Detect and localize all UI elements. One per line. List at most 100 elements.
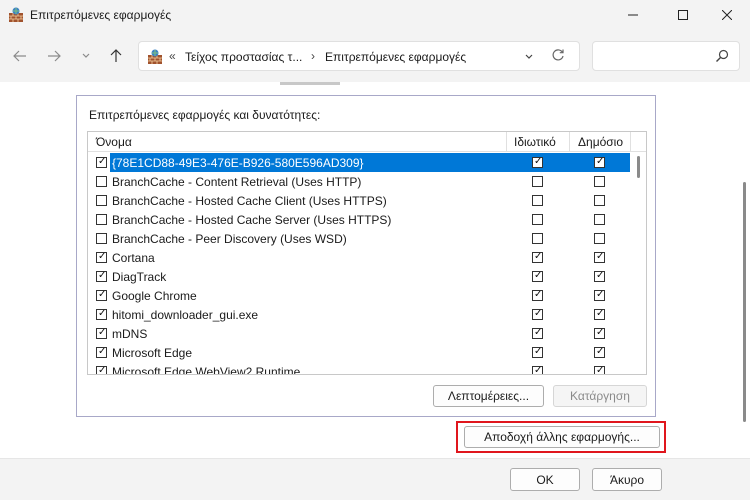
public-network-checkbox[interactable]: ✓	[594, 156, 605, 168]
checkmark-icon: ✓	[534, 251, 543, 262]
breadcrumb-separator[interactable]: ›	[311, 49, 315, 63]
private-network-checkbox[interactable]: ✓	[532, 365, 543, 375]
public-network-checkbox[interactable]: ✓	[594, 251, 605, 263]
checkmark-icon: ✓	[98, 156, 107, 167]
public-network-checkbox[interactable]: ✓	[594, 289, 605, 301]
app-name: DiagTrack	[112, 270, 167, 284]
firewall-location-icon	[148, 49, 162, 64]
app-name: BranchCache - Peer Discovery (Uses WSD)	[112, 232, 347, 246]
column-divider[interactable]	[569, 132, 570, 152]
app-name: {78E1CD88-49E3-476E-B926-580E596AD309}	[112, 156, 364, 170]
close-button[interactable]	[704, 0, 750, 30]
dialog-footer: OK Άκυρο	[0, 458, 750, 500]
title-bar: Επιτρεπόμενες εφαρμογές	[0, 0, 750, 30]
app-name: Cortana	[112, 251, 155, 265]
public-network-checkbox[interactable]	[594, 176, 605, 187]
breadcrumb-firewall[interactable]: Τείχος προστασίας τ...	[185, 50, 302, 64]
ok-button[interactable]: OK	[510, 468, 580, 491]
list-item[interactable]: BranchCache - Content Retrieval (Uses HT…	[88, 172, 630, 191]
allow-another-app-button[interactable]: Αποδοχή άλλης εφαρμογής...	[464, 426, 660, 448]
maximize-button[interactable]	[660, 0, 706, 30]
checkmark-icon: ✓	[534, 365, 543, 375]
column-divider[interactable]	[506, 132, 507, 152]
breadcrumb-allowed-apps[interactable]: Επιτρεπόμενες εφαρμογές	[325, 50, 466, 64]
app-enabled-checkbox[interactable]	[96, 214, 107, 225]
public-network-checkbox[interactable]	[594, 233, 605, 244]
app-enabled-checkbox[interactable]	[96, 233, 107, 244]
checkmark-icon: ✓	[98, 346, 107, 357]
up-button[interactable]	[106, 46, 126, 66]
list-item[interactable]: ✓ Google Chrome ✓ ✓	[88, 286, 630, 305]
private-network-checkbox[interactable]: ✓	[532, 308, 543, 320]
private-network-checkbox[interactable]	[532, 176, 543, 187]
list-item[interactable]: BranchCache - Hosted Cache Server (Uses …	[88, 210, 630, 229]
back-button[interactable]	[10, 46, 30, 66]
list-item[interactable]: ✓ DiagTrack ✓ ✓	[88, 267, 630, 286]
private-network-checkbox[interactable]	[532, 195, 543, 206]
details-button[interactable]: Λεπτομέρειες...	[433, 385, 544, 407]
app-name: Microsoft Edge WebView2 Runtime	[112, 365, 301, 375]
public-network-checkbox[interactable]	[594, 195, 605, 206]
app-enabled-checkbox[interactable]: ✓	[96, 308, 107, 320]
app-enabled-checkbox[interactable]	[96, 195, 107, 206]
list-item[interactable]: ✓ Microsoft Edge WebView2 Runtime ✓ ✓	[88, 362, 630, 375]
private-network-checkbox[interactable]	[532, 214, 543, 225]
recent-locations-button[interactable]	[76, 46, 96, 66]
breadcrumb-overflow[interactable]: «	[169, 49, 176, 63]
navigation-bar: « Τείχος προστασίας τ... › Επιτρεπόμενες…	[0, 30, 750, 82]
app-enabled-checkbox[interactable]: ✓	[96, 346, 107, 358]
cancel-button[interactable]: Άκυρο	[592, 468, 662, 491]
checkmark-icon: ✓	[98, 251, 107, 262]
private-network-checkbox[interactable]: ✓	[532, 346, 543, 358]
remove-button: Κατάργηση	[553, 385, 647, 407]
private-network-checkbox[interactable]: ✓	[532, 270, 543, 282]
app-enabled-checkbox[interactable]: ✓	[96, 156, 107, 168]
app-enabled-checkbox[interactable]: ✓	[96, 251, 107, 263]
minimize-icon	[628, 14, 638, 16]
list-item[interactable]: ✓ mDNS ✓ ✓	[88, 324, 630, 343]
private-network-checkbox[interactable]: ✓	[532, 251, 543, 263]
private-network-checkbox[interactable]: ✓	[532, 156, 543, 168]
list-item[interactable]: ✓ Microsoft Edge ✓ ✓	[88, 343, 630, 362]
public-network-checkbox[interactable]: ✓	[594, 327, 605, 339]
list-item[interactable]: ✓ Cortana ✓ ✓	[88, 248, 630, 267]
app-enabled-checkbox[interactable]: ✓	[96, 289, 107, 301]
list-scrollbar-thumb[interactable]	[637, 156, 640, 178]
arrow-up-icon	[110, 49, 122, 62]
list-item[interactable]: ✓ {78E1CD88-49E3-476E-B926-580E596AD309} ✓…	[88, 153, 630, 172]
checkmark-icon: ✓	[98, 308, 107, 319]
public-network-checkbox[interactable]: ✓	[594, 308, 605, 320]
column-header-public[interactable]: Δημόσιο	[578, 135, 623, 149]
forward-button[interactable]	[44, 46, 64, 66]
app-enabled-checkbox[interactable]: ✓	[96, 327, 107, 339]
private-network-checkbox[interactable]: ✓	[532, 327, 543, 339]
column-divider[interactable]	[630, 132, 631, 152]
app-enabled-checkbox[interactable]: ✓	[96, 365, 107, 374]
app-enabled-checkbox[interactable]: ✓	[96, 270, 107, 282]
address-bar[interactable]: « Τείχος προστασίας τ... › Επιτρεπόμενες…	[138, 41, 580, 71]
app-name: Microsoft Edge	[112, 346, 193, 360]
private-network-checkbox[interactable]	[532, 233, 543, 244]
allowed-apps-list[interactable]: Όνομα Ιδιωτικό Δημόσιο ✓ {78E1CD88-49E3-4…	[87, 131, 647, 375]
address-history-button[interactable]	[525, 50, 533, 64]
column-header-private[interactable]: Ιδιωτικό	[514, 135, 556, 149]
content-edge	[280, 82, 340, 85]
refresh-button[interactable]	[551, 48, 565, 65]
app-name: mDNS	[112, 327, 148, 341]
app-enabled-checkbox[interactable]	[96, 176, 107, 187]
page-scrollbar-thumb[interactable]	[743, 182, 746, 422]
public-network-checkbox[interactable]: ✓	[594, 346, 605, 358]
search-box[interactable]	[592, 41, 740, 71]
app-name: Google Chrome	[112, 289, 197, 303]
column-header-name[interactable]: Όνομα	[96, 135, 132, 149]
list-item[interactable]: ✓ hitomi_downloader_gui.exe ✓ ✓	[88, 305, 630, 324]
list-item[interactable]: BranchCache - Hosted Cache Client (Uses …	[88, 191, 630, 210]
list-item[interactable]: BranchCache - Peer Discovery (Uses WSD)	[88, 229, 630, 248]
public-network-checkbox[interactable]: ✓	[594, 365, 605, 374]
chevron-down-icon	[82, 53, 90, 58]
public-network-checkbox[interactable]	[594, 214, 605, 225]
minimize-button[interactable]	[610, 0, 656, 30]
private-network-checkbox[interactable]: ✓	[532, 289, 543, 301]
public-network-checkbox[interactable]: ✓	[594, 270, 605, 282]
page-scrollbar[interactable]	[740, 82, 750, 458]
